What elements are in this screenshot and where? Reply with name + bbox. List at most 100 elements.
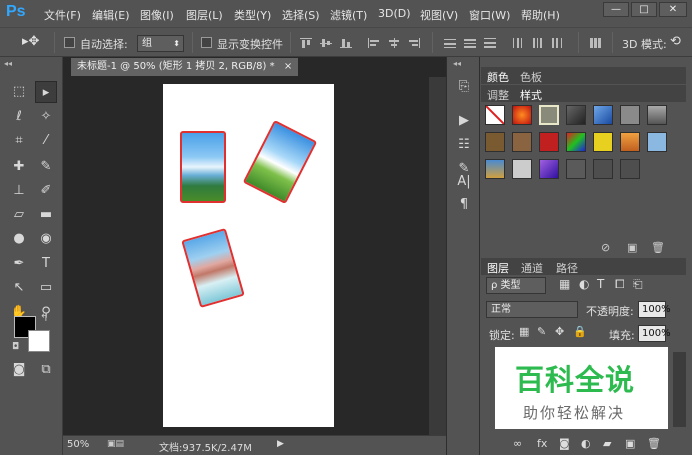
tab-swatches[interactable]: 色板 bbox=[520, 69, 542, 85]
menu-layer[interactable]: 图层(L) bbox=[186, 7, 223, 23]
style-swatch[interactable] bbox=[485, 159, 505, 179]
paragraph-panel-icon[interactable]: ¶ bbox=[453, 195, 475, 215]
photo-card-3[interactable] bbox=[181, 228, 245, 308]
align-vcenter-icon[interactable] bbox=[320, 38, 332, 48]
style-none[interactable] bbox=[485, 105, 505, 125]
link-layers-icon[interactable]: ∞ bbox=[513, 437, 522, 450]
no-style-icon[interactable]: ⊘ bbox=[601, 241, 610, 254]
eraser-tool[interactable]: ▱ bbox=[8, 204, 30, 226]
close-tab-icon[interactable]: × bbox=[284, 61, 292, 72]
crop-tool[interactable]: ⌗ bbox=[8, 130, 30, 152]
quick-mask-icon[interactable]: ◙ bbox=[8, 359, 30, 381]
character-panel-icon[interactable]: A| bbox=[453, 172, 475, 192]
brush-tool[interactable]: ✎ bbox=[35, 156, 57, 178]
style-swatch[interactable] bbox=[647, 132, 667, 152]
minimize-button[interactable]: — bbox=[603, 2, 629, 17]
show-transform-checkbox[interactable] bbox=[201, 37, 212, 48]
style-swatch[interactable] bbox=[485, 132, 505, 152]
filter-shape-icon[interactable]: ⧠ bbox=[615, 277, 625, 292]
style-swatch[interactable] bbox=[566, 159, 586, 179]
lock-all-icon[interactable]: 🔒 bbox=[573, 325, 587, 338]
dodge-tool[interactable]: ◉ bbox=[35, 228, 57, 250]
align-bottom-icon[interactable] bbox=[340, 38, 352, 48]
menu-edit[interactable]: 编辑(E) bbox=[92, 7, 130, 23]
menu-image[interactable]: 图像(I) bbox=[140, 7, 174, 23]
eyedropper-tool[interactable]: ⁄ bbox=[35, 130, 57, 152]
filter-type-icon[interactable]: T bbox=[597, 277, 604, 291]
collapse-icon[interactable]: ◂◂ bbox=[453, 59, 461, 68]
fill-field[interactable]: 100% bbox=[638, 325, 671, 342]
distribute-right-icon[interactable] bbox=[552, 38, 564, 48]
restore-button[interactable]: □ bbox=[631, 2, 657, 17]
default-colors-icon[interactable]: ◘ bbox=[12, 342, 19, 352]
filter-pixel-icon[interactable]: ▦ bbox=[559, 277, 570, 291]
align-top-icon[interactable] bbox=[300, 38, 312, 48]
style-swatch[interactable] bbox=[620, 159, 640, 179]
new-layer-icon[interactable]: ▣ bbox=[625, 437, 635, 450]
move-tool-preset-icon[interactable]: ▸✥ bbox=[22, 34, 39, 49]
align-right-icon[interactable] bbox=[408, 38, 420, 48]
layers-scrollbar[interactable] bbox=[673, 352, 686, 427]
tab-styles[interactable]: 样式 bbox=[520, 87, 542, 103]
align-left-icon[interactable] bbox=[368, 38, 380, 48]
healing-tool[interactable]: ✚ bbox=[8, 156, 30, 178]
pen-tool[interactable]: ✒ bbox=[8, 253, 30, 275]
lasso-tool[interactable]: ℓ bbox=[8, 106, 30, 128]
tab-layers[interactable]: 图层 bbox=[487, 260, 509, 276]
trash-icon[interactable]: 🗑 bbox=[651, 241, 665, 254]
actions-panel-icon[interactable]: ▶ bbox=[453, 111, 475, 131]
fx-icon[interactable]: fx bbox=[537, 437, 547, 450]
zoom-level[interactable]: 50% bbox=[67, 439, 89, 450]
menu-view[interactable]: 视图(V) bbox=[420, 7, 458, 23]
tab-adjustments[interactable]: 调整 bbox=[487, 87, 509, 103]
history-brush-tool[interactable]: ✐ bbox=[35, 180, 57, 202]
filter-adjust-icon[interactable]: ◐ bbox=[579, 277, 589, 291]
lock-pixels-icon[interactable]: ✎ bbox=[537, 325, 546, 338]
new-style-icon[interactable]: ▣ bbox=[627, 241, 637, 254]
swap-colors-icon[interactable]: ↰ bbox=[40, 313, 48, 324]
distribute-left-icon[interactable] bbox=[512, 38, 524, 48]
status-menu-icon[interactable]: ▶ bbox=[277, 439, 284, 449]
adjustment-layer-icon[interactable]: ◐ bbox=[581, 437, 591, 450]
background-color-swatch[interactable] bbox=[28, 330, 50, 352]
stamp-tool[interactable]: ⊥ bbox=[8, 180, 30, 202]
properties-panel-icon[interactable]: ☷ bbox=[453, 135, 475, 155]
layer-filter-dropdown[interactable]: ρ 类型 bbox=[486, 277, 546, 294]
rectangle-tool[interactable]: ▭ bbox=[35, 277, 57, 299]
status-icon[interactable]: ▣▤ bbox=[107, 439, 124, 449]
document-tab[interactable]: 未标题-1 @ 50% (矩形 1 拷贝 2, RGB/8) * × bbox=[71, 58, 299, 76]
magic-wand-tool[interactable]: ✧ bbox=[35, 106, 57, 128]
screen-mode-icon[interactable]: ⧉ bbox=[35, 359, 57, 381]
menu-help[interactable]: 帮助(H) bbox=[521, 7, 560, 23]
menu-type[interactable]: 类型(Y) bbox=[234, 7, 271, 23]
blend-mode-dropdown[interactable]: 正常 bbox=[486, 301, 578, 318]
distribute-top-icon[interactable] bbox=[444, 38, 456, 48]
opacity-field[interactable]: 100% bbox=[638, 301, 671, 318]
blur-tool[interactable]: ● bbox=[8, 228, 30, 250]
menu-3d[interactable]: 3D(D) bbox=[378, 7, 411, 20]
gradient-tool[interactable]: ▬ bbox=[35, 204, 57, 226]
distribute-hcenter-icon[interactable] bbox=[532, 38, 544, 48]
menu-window[interactable]: 窗口(W) bbox=[469, 7, 510, 23]
move-tool[interactable]: ▸ bbox=[35, 81, 57, 103]
style-swatch[interactable] bbox=[620, 132, 640, 152]
auto-select-dropdown[interactable]: 组 ⬍ bbox=[137, 35, 184, 52]
style-swatch[interactable] bbox=[539, 132, 559, 152]
style-swatch[interactable] bbox=[620, 105, 640, 125]
style-swatch[interactable] bbox=[512, 132, 532, 152]
photo-card-2[interactable] bbox=[242, 119, 318, 205]
lock-transparent-icon[interactable]: ▦ bbox=[519, 325, 529, 338]
history-panel-icon[interactable]: ⎘ bbox=[453, 77, 475, 97]
marquee-tool[interactable]: ⬚ bbox=[8, 81, 30, 103]
lock-position-icon[interactable]: ✥ bbox=[555, 325, 564, 338]
auto-align-icon[interactable] bbox=[590, 38, 602, 48]
tab-color[interactable]: 颜色 bbox=[487, 69, 509, 85]
distribute-bottom-icon[interactable] bbox=[484, 38, 496, 48]
align-hcenter-icon[interactable] bbox=[388, 38, 400, 48]
auto-select-checkbox[interactable] bbox=[64, 37, 75, 48]
style-swatch[interactable] bbox=[593, 132, 613, 152]
style-swatch[interactable] bbox=[566, 132, 586, 152]
style-swatch[interactable] bbox=[647, 105, 667, 125]
close-button[interactable]: ✕ bbox=[659, 2, 687, 17]
style-swatch[interactable] bbox=[593, 159, 613, 179]
